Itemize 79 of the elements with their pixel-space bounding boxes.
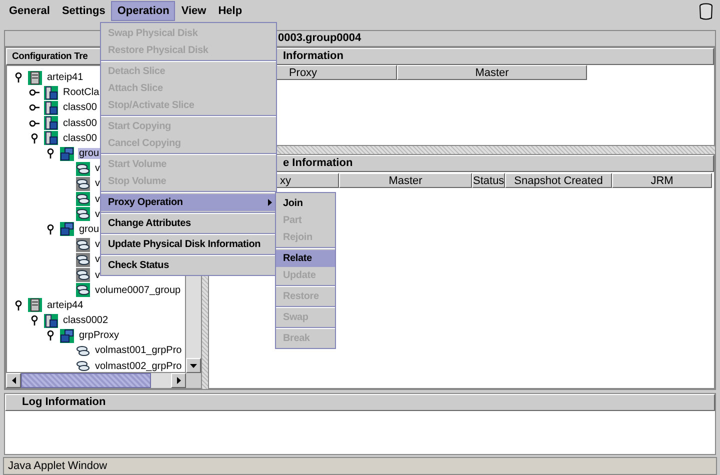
disk-class-icon <box>44 314 58 328</box>
menu-bar-item[interactable]: General <box>3 1 56 21</box>
expanded-handle-icon[interactable] <box>28 132 40 144</box>
expanded-handle-icon[interactable] <box>28 315 40 326</box>
menu-item[interactable]: Relate <box>276 250 335 267</box>
tree-node-label[interactable]: class0002 <box>62 315 110 326</box>
tree-node-label[interactable]: grou <box>78 224 100 235</box>
server-icon <box>28 298 42 312</box>
menu-bar-item[interactable]: View <box>175 1 212 21</box>
volume-icon <box>76 162 90 176</box>
down-arrow-icon <box>190 364 197 368</box>
expanded-handle-icon[interactable] <box>12 300 24 311</box>
left-arrow-icon <box>12 377 16 384</box>
volume-icon <box>76 207 90 222</box>
status-bar: Java Applet Window <box>3 457 717 475</box>
volume-icon <box>76 176 90 191</box>
volume-icon <box>76 252 90 267</box>
volume-icon <box>76 268 90 282</box>
tree-node-label[interactable]: volmast002_grpPro <box>94 360 183 372</box>
tree-node-label[interactable]: class00 <box>62 132 98 144</box>
tree-node-label[interactable]: grou <box>78 148 100 160</box>
volume-icon <box>76 359 90 372</box>
tree-node-label[interactable]: grpProxy <box>78 330 120 342</box>
tree-node-label[interactable]: class00 <box>62 102 98 114</box>
disk-group-icon <box>60 328 74 343</box>
tree-node-label[interactable]: v <box>94 194 101 205</box>
disk-group-icon <box>60 146 74 161</box>
tree-node-label[interactable]: volmast001_grpPro <box>94 345 183 356</box>
tree-node-label[interactable]: v <box>94 270 101 281</box>
column-header[interactable]: JRM <box>612 173 712 188</box>
tree-node-label[interactable]: v <box>94 239 101 250</box>
trash-can-icon[interactable] <box>699 3 713 20</box>
collapsed-handle-icon[interactable] <box>28 87 40 98</box>
menu-bar-item[interactable]: Operation <box>111 1 176 21</box>
menu-item[interactable]: Check Status <box>101 257 276 274</box>
disk-class-icon <box>44 100 58 115</box>
expanded-handle-icon[interactable] <box>44 148 56 160</box>
scroll-right-button[interactable] <box>171 373 186 388</box>
horizontal-scrollbar[interactable] <box>6 373 201 388</box>
server-icon <box>28 70 42 85</box>
menu-bar-item[interactable]: Help <box>212 1 248 21</box>
scroll-left-button[interactable] <box>6 373 21 388</box>
collapsed-handle-icon[interactable] <box>28 102 40 114</box>
tree-node-label[interactable]: RootCla <box>62 87 100 98</box>
menu-item[interactable]: Change Attributes <box>101 215 276 232</box>
volume-icon <box>76 283 90 298</box>
submenu-arrow-icon <box>268 199 272 206</box>
expanded-handle-icon[interactable] <box>12 72 24 84</box>
column-header[interactable]: Snapshot Created <box>505 173 612 188</box>
column-header[interactable]: Master <box>339 173 472 188</box>
right-arrow-icon <box>176 377 180 384</box>
collapsed-handle-icon[interactable] <box>28 118 40 129</box>
panel-header: Log Information <box>5 394 715 411</box>
disk-class-icon <box>44 86 58 100</box>
scroll-down-button[interactable] <box>186 358 201 373</box>
tree-node-label[interactable]: volume0007_group <box>94 284 182 296</box>
volume-icon <box>76 238 90 252</box>
scrollbar-corner <box>186 373 201 388</box>
column-header[interactable]: Status <box>472 173 505 188</box>
expanded-handle-icon[interactable] <box>44 224 56 235</box>
disk-group-icon <box>60 222 74 236</box>
menu-item[interactable]: Join <box>276 195 335 212</box>
menu-bar-item[interactable]: Settings <box>56 1 112 21</box>
tree-node-label[interactable]: v <box>94 254 101 266</box>
volume-icon <box>76 192 90 206</box>
menu-item[interactable]: Proxy Operation <box>101 194 276 211</box>
disk-class-icon <box>44 116 58 130</box>
tree-node-label[interactable]: v <box>94 208 101 220</box>
volume-icon <box>76 344 90 358</box>
menu-item[interactable]: Update Physical Disk Information <box>101 236 276 253</box>
disk-class-icon <box>44 131 58 146</box>
scrollbar-thumb[interactable] <box>21 373 151 388</box>
tree-node-label[interactable]: arteip41 <box>46 72 84 84</box>
column-header[interactable]: Master <box>397 65 587 80</box>
tree-node-label[interactable]: class00 <box>62 118 98 129</box>
expanded-handle-icon[interactable] <box>44 330 56 342</box>
tree-node-label[interactable]: arteip44 <box>46 300 84 311</box>
tree-node-label[interactable]: v <box>94 178 101 190</box>
tree-node-label[interactable]: v <box>94 163 101 174</box>
